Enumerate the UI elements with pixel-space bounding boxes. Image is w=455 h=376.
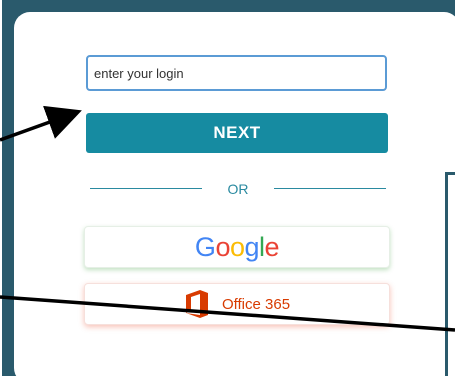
- google-logo: Google: [194, 231, 280, 262]
- office365-signin-button[interactable]: Office 365: [84, 283, 390, 325]
- google-logo-letter: o: [215, 231, 230, 262]
- screenshot-stage: NEXT OR Google Office 365: [0, 0, 455, 376]
- divider-line-left: [90, 188, 202, 189]
- login-input[interactable]: [86, 55, 387, 91]
- google-signin-button[interactable]: Google: [84, 226, 390, 268]
- office-logo-icon: [185, 290, 208, 318]
- next-button[interactable]: NEXT: [86, 113, 388, 153]
- google-logo-letter: e: [264, 231, 280, 262]
- side-panel-edge: [445, 172, 455, 376]
- google-logo-letter: o: [229, 231, 245, 262]
- google-logo-letter: G: [194, 231, 216, 262]
- office365-label: Office 365: [221, 295, 291, 313]
- or-divider-text: OR: [227, 181, 249, 197]
- divider-line-right: [274, 188, 386, 189]
- google-logo-letter: g: [244, 231, 260, 262]
